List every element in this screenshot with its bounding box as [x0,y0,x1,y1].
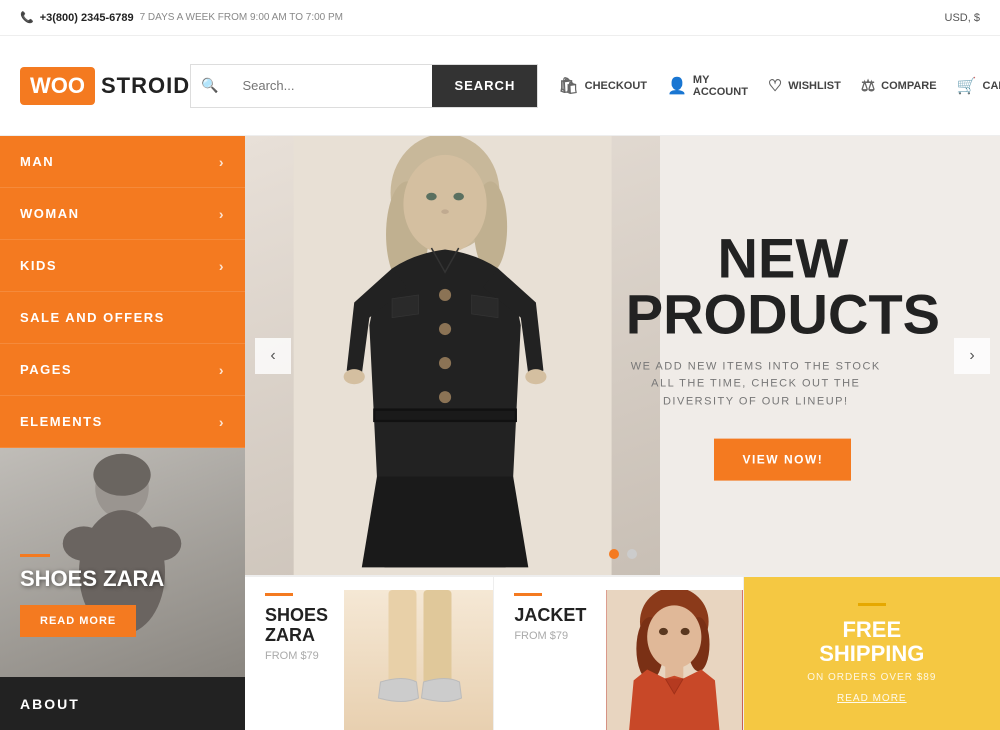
sidebar-label-pages: PAGES [20,362,72,377]
chevron-right-icon: › [219,362,225,378]
sidebar-about[interactable]: ABOUT [0,677,245,730]
shipping-read-more-link[interactable]: READ MORE [837,693,907,704]
hero-content: NEW PRODUCTS WE ADD NEW ITEMS INTO THE S… [626,230,940,481]
sidebar-item-man[interactable]: MAN › [0,136,245,188]
search-button[interactable]: SEARCH [432,65,537,107]
logo-stroid: STROID [95,73,190,99]
chevron-right-icon: › [219,414,225,430]
phone-icon: 📞 [20,11,34,24]
wishlist-nav-item[interactable]: ♡ WISHLIST [768,76,841,96]
card-shoes: SHOESZARA FROM $79 [245,577,494,730]
top-bar: 📞 +3(800) 2345-6789 7 DAYS A WEEK FROM 9… [0,0,1000,36]
bottom-cards: SHOESZARA FROM $79 JACKET [245,575,1000,730]
sidebar: MAN › WOMAN › KIDS › SALE AND OFFERS PAG… [0,136,245,730]
sidebar-item-woman[interactable]: WOMAN › [0,188,245,240]
chevron-right-icon: › [219,154,225,170]
business-hours: 7 DAYS A WEEK FROM 9:00 AM TO 7:00 PM [140,12,343,23]
compare-nav-item[interactable]: ⚖ COMPARE [861,76,937,96]
hero-slider: NEW PRODUCTS WE ADD NEW ITEMS INTO THE S… [245,136,1000,575]
account-label: MY ACCOUNT [693,74,748,98]
about-label: ABOUT [20,696,80,712]
sidebar-label-man: MAN [20,154,54,169]
slider-dot-2[interactable] [627,549,637,559]
sidebar-label-elements: ELEMENTS [20,414,103,429]
sidebar-label-sale: SALE AND OFFERS [20,310,165,325]
sidebar-nav: MAN › WOMAN › KIDS › SALE AND OFFERS PAG… [0,136,245,448]
currency-selector[interactable]: USD, $ [945,12,980,24]
chevron-right-icon: › [219,206,225,222]
sidebar-item-sale[interactable]: SALE AND OFFERS [0,292,245,344]
compare-label: COMPARE [881,80,936,92]
shipping-accent-line [858,603,886,606]
slider-prev-button[interactable]: ‹ [255,338,291,374]
shoes-card-image [344,590,493,730]
main-content: MAN › WOMAN › KIDS › SALE AND OFFERS PAG… [0,136,1000,730]
wishlist-label: WISHLIST [788,80,841,92]
sidebar-label-kids: KIDS [20,258,57,273]
checkout-nav-item[interactable]: 🛍 CHECKOUT [558,76,647,96]
sidebar-item-kids[interactable]: KIDS › [0,240,245,292]
compare-icon: ⚖ [861,76,875,96]
card-accent-jacket [514,593,542,596]
shipping-title: FREE SHIPPING [819,618,924,666]
user-icon: 👤 [667,76,687,96]
sidebar-promo-overlay: SHOES ZARA READ MORE [20,554,164,637]
phone-number: +3(800) 2345-6789 [40,12,134,24]
heart-icon: ♡ [768,76,782,96]
sidebar-item-pages[interactable]: PAGES › [0,344,245,396]
hero-cta-button[interactable]: VIEW NOW! [714,439,851,481]
header-nav: 🛍 CHECKOUT 👤 MY ACCOUNT ♡ WISHLIST ⚖ COM… [558,74,1000,98]
sidebar-promo-title: SHOES ZARA [20,567,164,591]
jacket-card-image [606,590,743,730]
slider-dots [609,549,637,559]
chevron-right-icon: › [219,258,225,274]
account-nav-item[interactable]: 👤 MY ACCOUNT [667,74,748,98]
cart-nav-item[interactable]: 🛒 CART 0 [957,76,1000,96]
slider-next-button[interactable]: › [954,338,990,374]
hero-title: NEW PRODUCTS [626,230,940,342]
promo-accent-line [20,554,50,557]
slider-dot-1[interactable] [609,549,619,559]
checkout-icon: 🛍 [558,76,578,96]
hero-subtitle: WE ADD NEW ITEMS INTO THE STOCK ALL THE … [626,358,886,411]
search-icon: 🔍 [191,65,228,107]
cart-icon: 🛒 [957,76,977,96]
sidebar-promo: SHOES ZARA READ MORE [0,448,245,677]
hero-model-svg [245,136,660,575]
logo[interactable]: WOO STROID [20,67,170,105]
header: WOO STROID 🔍 SEARCH 🛍 CHECKOUT 👤 MY ACCO… [0,36,1000,136]
sidebar-promo-button[interactable]: READ MORE [20,605,136,637]
search-bar: 🔍 SEARCH [190,64,538,108]
sidebar-label-woman: WOMAN [20,206,80,221]
cart-label: CART [983,80,1000,92]
card-shipping: FREE SHIPPING ON ORDERS OVER $89 READ MO… [744,577,1000,730]
hero-model-area [245,136,660,575]
shipping-subtitle: ON ORDERS OVER $89 [807,672,936,683]
sidebar-item-elements[interactable]: ELEMENTS › [0,396,245,448]
hero-area: NEW PRODUCTS WE ADD NEW ITEMS INTO THE S… [245,136,1000,730]
search-input[interactable] [228,65,432,107]
checkout-label: CHECKOUT [585,80,647,92]
card-jacket: JACKET FROM $79 [494,577,743,730]
top-bar-left: 📞 +3(800) 2345-6789 7 DAYS A WEEK FROM 9… [20,11,343,24]
logo-woo: WOO [20,67,95,105]
card-accent-shoes [265,593,293,596]
